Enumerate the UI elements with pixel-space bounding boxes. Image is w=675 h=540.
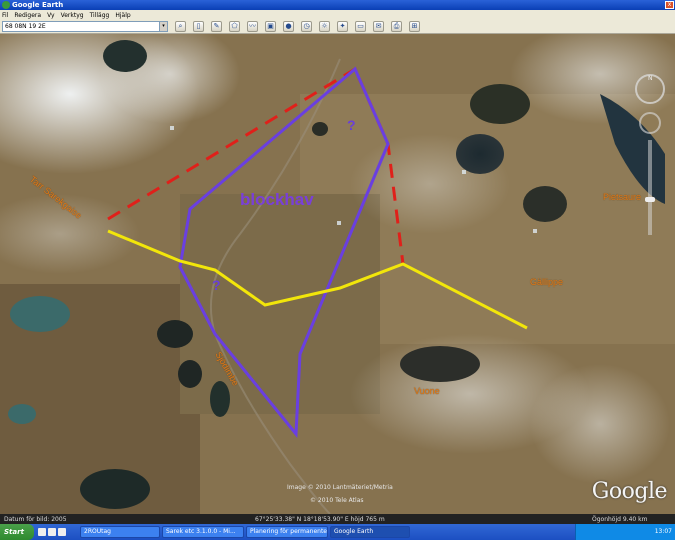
pointer-coordinates: 67°25'33.38" N 18°18'53.90" E höjd 765 m: [255, 516, 385, 523]
title-bar: Google Earth x: [0, 0, 675, 10]
menu-bar: Fil Redigera Vy Verktyg Tillägg Hjälp: [0, 10, 675, 20]
view-in-maps-icon[interactable]: ⊞: [409, 21, 420, 32]
satellite-terrain: [0, 34, 675, 514]
ruler-icon[interactable]: ▭: [355, 21, 366, 32]
toolbar: 68 08N 19 2E ▾ ⌕ ▯ ✎ ⬠ 〰 ▣ ● ◷ ☼ ✦ ▭ ✉ ⎙…: [0, 20, 675, 34]
sidebar-toggle-icon[interactable]: ▯: [193, 21, 204, 32]
image-overlay-icon[interactable]: ▣: [265, 21, 276, 32]
zoom-slider-thumb[interactable]: [645, 197, 655, 202]
label-question-1: ?: [347, 117, 356, 133]
start-button[interactable]: Start: [0, 524, 34, 540]
browser-icon[interactable]: [48, 528, 56, 536]
menu-view[interactable]: Vy: [47, 12, 55, 19]
earth-map-view[interactable]: blockhav ? ? Tarr Sarekgaise Pietsaure G…: [0, 34, 675, 514]
switch-to-sky-icon[interactable]: ✦: [337, 21, 348, 32]
taskbar-item-google-earth[interactable]: Google Earth: [330, 526, 410, 538]
menu-help[interactable]: Hjälp: [115, 12, 130, 19]
navigation-controls: N: [635, 74, 665, 235]
zoom-slider[interactable]: [645, 140, 655, 235]
google-earth-app-icon: [2, 1, 10, 9]
windows-taskbar: Start 2ROUtag Sarek etc 3.1.0.0 - Mi... …: [0, 524, 675, 540]
menu-tools[interactable]: Verktyg: [61, 12, 84, 19]
record-tour-icon[interactable]: ●: [283, 21, 294, 32]
show-desktop-icon[interactable]: [38, 528, 46, 536]
sunlight-icon[interactable]: ☼: [319, 21, 330, 32]
label-blockhav: blockhav: [240, 190, 314, 209]
polygon-icon[interactable]: ⬠: [229, 21, 240, 32]
status-bar: Datum för bild: 2005 67°25'33.38" N 18°1…: [0, 514, 675, 524]
print-icon[interactable]: ⎙: [391, 21, 402, 32]
media-icon[interactable]: [58, 528, 66, 536]
imagery-attribution: Image © 2010 Lantmäteriet/Metria: [287, 484, 393, 491]
taskbar-item-sarek[interactable]: Sarek etc 3.1.0.0 - Mi...: [162, 526, 244, 538]
label-gallippe: Gällippe: [530, 277, 564, 287]
data-attribution: © 2010 Tele Atlas: [310, 497, 364, 504]
tray-clock: 13:07: [654, 528, 672, 535]
menu-edit[interactable]: Redigera: [14, 12, 41, 19]
email-icon[interactable]: ✉: [373, 21, 384, 32]
quick-launch: [38, 526, 78, 538]
search-icon[interactable]: ⌕: [175, 21, 186, 32]
menu-file[interactable]: Fil: [2, 12, 8, 19]
menu-add[interactable]: Tillägg: [90, 12, 110, 19]
taskbar-item-planering[interactable]: Planering för permanente...: [246, 526, 328, 538]
path-icon[interactable]: 〰: [247, 21, 258, 32]
look-joystick-icon[interactable]: [639, 112, 661, 134]
imagery-date: Datum för bild: 2005: [4, 516, 67, 523]
placemark-icon[interactable]: ✎: [211, 21, 222, 32]
google-logo: Google: [591, 479, 668, 504]
historical-imagery-icon[interactable]: ◷: [301, 21, 312, 32]
window-title: Google Earth: [12, 1, 64, 9]
close-button[interactable]: x: [665, 1, 674, 9]
label-question-2: ?: [212, 277, 221, 293]
eye-altitude: Ögonhöjd 9.40 km: [592, 516, 648, 523]
search-input[interactable]: 68 08N 19 2E: [2, 21, 160, 32]
taskbar-item-2routag[interactable]: 2ROUtag: [80, 526, 160, 538]
compass-ring-icon[interactable]: N: [635, 74, 665, 104]
label-south-place: Vuone: [414, 386, 440, 396]
system-tray: 13:07: [575, 524, 675, 540]
search-dropdown-icon[interactable]: ▾: [160, 21, 168, 32]
